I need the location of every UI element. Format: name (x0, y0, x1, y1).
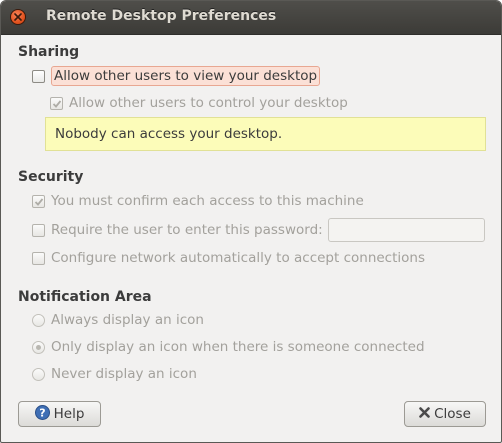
close-button[interactable]: Close (404, 401, 486, 427)
configure-network-label: Configure network automatically to accep… (51, 250, 425, 266)
notification-heading: Notification Area (18, 289, 152, 305)
require-password-label: Require the user to enter this password: (51, 222, 323, 238)
security-heading: Security (18, 169, 84, 185)
radio-never-row[interactable]: Never display an icon (32, 366, 197, 382)
radio-always-row[interactable]: Always display an icon (32, 312, 204, 328)
help-icon: ? (34, 404, 50, 424)
require-password-row[interactable]: Require the user to enter this password: (32, 222, 323, 238)
radio-selected-dot (36, 344, 41, 350)
require-password-checkbox[interactable] (32, 223, 45, 237)
window-close-icon (14, 13, 22, 21)
help-button[interactable]: ? Help (18, 401, 101, 427)
svg-text:?: ? (39, 406, 45, 419)
allow-control-label: Allow other users to control your deskto… (69, 95, 348, 111)
confirm-access-label: You must confirm each access to this mac… (51, 193, 364, 209)
preferences-window: Remote Desktop Preferences Sharing Allow… (0, 0, 502, 443)
sharing-heading: Sharing (18, 44, 80, 60)
radio-when-connected-row[interactable]: Only display an icon when there is someo… (32, 339, 425, 355)
configure-network-row[interactable]: Configure network automatically to accep… (32, 250, 425, 266)
configure-network-checkbox[interactable] (32, 251, 45, 265)
allow-view-label[interactable]: Allow other users to view your desktop (51, 66, 321, 86)
allow-control-checkbox[interactable] (50, 96, 63, 110)
window-close-button[interactable] (10, 9, 26, 25)
radio-always[interactable] (32, 313, 45, 327)
radio-never-label: Never display an icon (51, 366, 197, 382)
help-label: Help (53, 406, 85, 422)
check-icon (34, 197, 44, 206)
window-title: Remote Desktop Preferences (46, 8, 277, 24)
radio-always-label: Always display an icon (51, 312, 204, 328)
radio-never[interactable] (32, 367, 45, 381)
close-x-icon (419, 406, 430, 422)
confirm-access-row[interactable]: You must confirm each access to this mac… (32, 193, 364, 209)
radio-when-connected-label: Only display an icon when there is someo… (51, 339, 425, 355)
confirm-access-checkbox[interactable] (32, 194, 45, 208)
radio-when-connected[interactable] (32, 340, 45, 354)
status-message: Nobody can access your desktop. (55, 126, 283, 142)
allow-view-row[interactable]: Allow other users to view your desktop (32, 66, 321, 86)
allow-control-row[interactable]: Allow other users to control your deskto… (50, 95, 348, 111)
title-bar: Remote Desktop Preferences (1, 1, 501, 35)
allow-view-checkbox[interactable] (32, 69, 45, 83)
check-icon (52, 99, 62, 108)
password-input[interactable] (328, 218, 485, 242)
close-label: Close (434, 406, 471, 422)
status-info-bar: Nobody can access your desktop. (45, 117, 486, 151)
